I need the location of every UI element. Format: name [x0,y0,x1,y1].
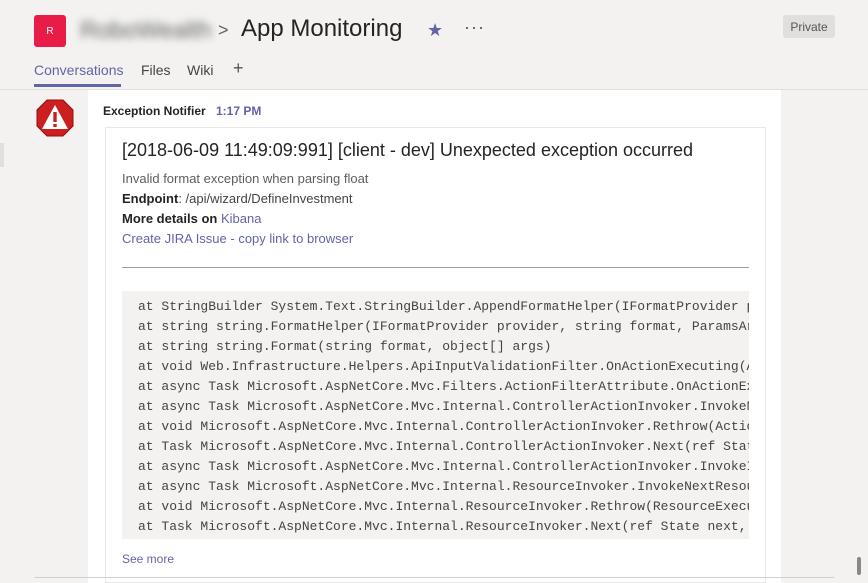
channel-header: R RoboWealth > App Monitoring ★ ··· Priv… [0,0,868,90]
stack-line: at Task Microsoft.AspNetCore.Mvc.Interna… [138,439,749,454]
channel-title: App Monitoring [241,15,403,42]
private-badge: Private [783,15,835,38]
details-label: More details on [122,211,218,226]
tab-conversations[interactable]: Conversations [34,62,124,78]
tab-wiki[interactable]: Wiki [187,62,213,78]
endpoint-value: : /api/wizard/DefineInvestment [178,191,353,206]
exception-description: Invalid format exception when parsing fl… [122,171,369,186]
stack-line: at Task Microsoft.AspNetCore.Mvc.Interna… [138,519,749,534]
sidebar-edge [0,143,4,167]
stack-line: at void Web.Infrastructure.Helpers.ApiIn… [138,359,749,374]
card-title: [2018-06-09 11:49:09:991] [client - dev]… [122,140,694,160]
more-icon[interactable]: ··· [464,17,485,38]
tab-files[interactable]: Files [141,62,171,78]
bottom-divider [34,577,834,578]
stack-line: at void Microsoft.AspNetCore.Mvc.Interna… [138,419,749,434]
stack-line: at async Task Microsoft.AspNetCore.Mvc.I… [138,479,749,494]
jira-link[interactable]: Create JIRA Issue - copy link to browser [122,231,353,246]
stack-line: at string string.FormatHelper(IFormatPro… [138,319,749,334]
stack-line: at void Microsoft.AspNetCore.Mvc.Interna… [138,499,749,514]
team-avatar[interactable]: R [34,15,66,47]
see-more-link[interactable]: See more [122,552,174,566]
active-tab-indicator [34,84,121,87]
details-line: More details on Kibana [122,211,261,226]
stack-line: at async Task Microsoft.AspNetCore.Mvc.F… [138,379,749,394]
message-post: Exception Notifier 1:17 PM [2018-06-09 1… [88,90,781,583]
stack-line: at async Task Microsoft.AspNetCore.Mvc.I… [138,399,749,414]
kibana-link[interactable]: Kibana [221,211,261,226]
star-icon[interactable]: ★ [427,20,443,41]
stack-line: at async Task Microsoft.AspNetCore.Mvc.I… [138,459,749,474]
warning-icon[interactable] [35,98,75,138]
endpoint-line: Endpoint: /api/wizard/DefineInvestment [122,191,352,206]
message-time: 1:17 PM [216,104,262,118]
card-divider [122,267,749,268]
scrollbar-thumb[interactable] [857,557,861,575]
stack-line: at string string.Format(string format, o… [138,339,552,354]
stack-trace: at StringBuilder System.Text.StringBuild… [122,291,749,539]
team-name[interactable]: RoboWealth [80,17,212,45]
message-sender[interactable]: Exception Notifier [103,104,206,118]
endpoint-label: Endpoint [122,191,179,206]
exception-card: [2018-06-09 11:49:09:991] [client - dev]… [105,127,766,583]
stack-line: at StringBuilder System.Text.StringBuild… [138,299,749,314]
breadcrumb-separator: > [218,20,229,40]
add-tab-icon[interactable]: + [233,58,244,79]
